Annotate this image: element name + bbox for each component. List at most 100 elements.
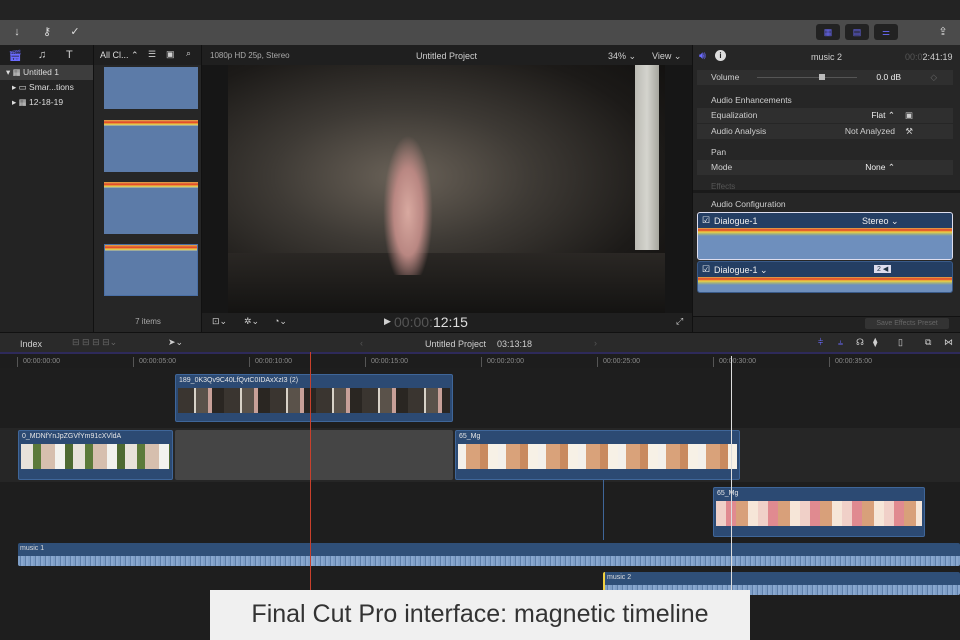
volume-thumb[interactable] [819, 74, 825, 80]
import-icon[interactable]: ↓ [8, 23, 26, 41]
fullscreen-icon[interactable]: ⤢ [676, 316, 683, 327]
channel-checkbox[interactable]: ☑ [702, 215, 710, 226]
timeline-ruler[interactable]: 00:00:00:00 00:00:05:00 00:00:10:00 00:0… [0, 352, 960, 368]
volume-row: Volume 0.0 dB ◇ [697, 70, 953, 85]
transitions-icon[interactable]: ⋈ [944, 337, 953, 348]
channel-dropdown[interactable]: Dialogue-1 ⌄ [714, 265, 768, 276]
audio-clip[interactable]: music 1 [18, 543, 960, 566]
clapper-icon[interactable]: 🎬︎ [8, 49, 22, 62]
channel-config[interactable]: ☑ Dialogue-1 ⌄ 2 ◀ [697, 261, 953, 293]
skimming-icon[interactable]: ⫩ [818, 337, 823, 348]
audio-config-header: Audio Configuration [711, 199, 786, 209]
append-icon[interactable]: ⊟ ⊟ ⊟ ⊟⌄ [72, 337, 117, 348]
music-photos-icon[interactable]: ♫ [38, 49, 46, 61]
connected-video-clip[interactable]: 65_Mg [713, 487, 925, 537]
titles-icon[interactable]: T [66, 49, 73, 61]
panel-divider[interactable] [693, 190, 960, 193]
project-duration: 03:13:18 [497, 339, 533, 349]
keyword-icon[interactable]: ⚷ [38, 23, 56, 41]
list-view-icon[interactable]: ☰ [148, 49, 156, 60]
eq-value: Flat [871, 110, 886, 120]
effects-browser-icon[interactable]: ⧉ [925, 337, 931, 348]
view-label: View [652, 51, 672, 61]
filmstrip [716, 501, 922, 526]
view-dropdown[interactable]: View ⌄ [652, 51, 681, 62]
dancer [383, 135, 433, 275]
primary-video-clip[interactable]: 65_Mg [455, 430, 740, 480]
timeline-layout-icon[interactable]: ▤ [845, 24, 869, 40]
mode-value: None [865, 162, 886, 172]
library-item[interactable]: ▸ ▦ 12-18-19 [0, 95, 93, 110]
audio-inspector: 🔊︎ i music 2 00:02:41:19 Volume 0.0 dB ◇… [692, 45, 960, 332]
info-icon[interactable]: i [715, 50, 726, 61]
back-icon[interactable]: ‹ [360, 338, 363, 348]
channel-checkbox[interactable]: ☑ [702, 264, 710, 275]
volume-slider[interactable] [757, 74, 857, 80]
library-item[interactable]: ▸ ▭ Smar...tions [0, 80, 93, 95]
keyframe-icon[interactable]: ◇ [930, 70, 937, 85]
headphones-icon[interactable]: ☊ [856, 337, 864, 348]
filmstrip [178, 388, 450, 413]
forward-icon[interactable]: › [594, 338, 597, 348]
inspector-layout-icon[interactable]: ⚌ [874, 24, 898, 40]
clip-timecode: 00:02:41:19 [905, 52, 953, 62]
search-icon[interactable]: ⌕ [186, 48, 191, 59]
filmstrip-icon[interactable]: ▣ [166, 49, 175, 60]
clip-thumbnail[interactable] [104, 120, 198, 172]
channel-badge: 2 ◀ [874, 265, 892, 273]
channel-config[interactable]: ☑ Dialogue-1 Stereo ⌄ [697, 212, 953, 260]
library-sidebar: 🎬︎ ♫ T ▾ ▦ Untitled 1 ▸ ▭ Smar...tions ▸… [0, 45, 94, 332]
play-icon[interactable]: ▶ [384, 316, 391, 327]
volume-label: Volume [711, 72, 740, 82]
zoom-dropdown[interactable]: 34% ⌄ [608, 51, 636, 62]
share-icon[interactable]: ⇪ [934, 23, 952, 41]
primary-video-clip[interactable]: 0_MDNfYnJpZGVfYm91cXVldA [18, 430, 173, 480]
browser-panel: All Cl... ⌃ ☰ ▣ ⌕ 7 items [94, 45, 202, 332]
filmstrip [458, 444, 737, 469]
index-button[interactable]: Index [20, 339, 42, 349]
eq-graph-icon[interactable]: ▣ [905, 108, 913, 123]
connected-video-clip[interactable]: 189_0K3Qv9C40LfQvtC0IDAxXzI3 (2) [175, 374, 453, 422]
checkmark-icon[interactable]: ✓ [66, 23, 84, 41]
transform-icon[interactable]: ⊡⌄ [212, 316, 227, 327]
ruler-tick: 00:00:00:00 [17, 357, 60, 367]
pan-mode-row: Mode None ⌃ [697, 160, 953, 175]
ruler-tick: 00:00:10:00 [249, 357, 292, 367]
viewer-title: Untitled Project [416, 51, 478, 61]
timecode-display: 00:00:12:15 [394, 314, 468, 330]
pan-header: Pan [711, 147, 727, 157]
mode-dropdown[interactable]: None ⌃ [865, 160, 895, 175]
ruler-tick: 00:00:35:00 [829, 357, 872, 367]
audio-icon[interactable]: 🔊︎ [699, 50, 706, 63]
event-label: 12-18-19 [29, 97, 64, 107]
magic-wand-icon[interactable]: ⚒ [905, 124, 913, 139]
select-tool-icon[interactable]: ➤⌄ [168, 337, 183, 348]
enhance-icon[interactable]: ✲⌄ [244, 316, 259, 327]
video-frame [228, 65, 665, 313]
clip-thumbnail[interactable] [104, 67, 198, 109]
gap-clip[interactable] [175, 430, 453, 480]
speed-icon[interactable]: ◔⌄ [274, 316, 287, 327]
clip-appearance-icon[interactable]: ▯ [898, 337, 903, 348]
audio-enhancements-header: Audio Enhancements [711, 95, 792, 105]
eq-dropdown[interactable]: Flat ⌃ [871, 108, 895, 123]
ruler-tick: 00:00:25:00 [597, 357, 640, 367]
title-bar [0, 0, 960, 20]
library-label: Untitled 1 [23, 67, 59, 77]
clip-filter-dropdown[interactable]: All Cl... ⌃ [100, 50, 139, 61]
volume-value: 0.0 dB [876, 72, 901, 82]
library-item[interactable]: ▾ ▦ Untitled 1 [0, 65, 93, 80]
audio-skimming-icon[interactable]: ⫨ [838, 337, 843, 348]
clip-name: music 2 [607, 574, 632, 581]
ruler-tick: 00:00:30:00 [713, 357, 756, 367]
equalization-label: Equalization [711, 110, 758, 120]
save-effects-preset-button[interactable]: Save Effects Preset [865, 318, 949, 329]
item-count: 7 items [135, 317, 161, 326]
clip-thumbnail[interactable] [104, 182, 198, 234]
browser-layout-icon[interactable]: ▦ [816, 24, 840, 40]
clip-thumbnail[interactable] [104, 244, 198, 296]
window-light [635, 65, 659, 250]
channel-mode-dropdown[interactable]: Stereo ⌄ [862, 216, 899, 227]
audio-analysis-row: Audio Analysis Not Analyzed ⚒ [697, 124, 953, 139]
snapping-icon[interactable]: ⧫ [873, 337, 877, 348]
